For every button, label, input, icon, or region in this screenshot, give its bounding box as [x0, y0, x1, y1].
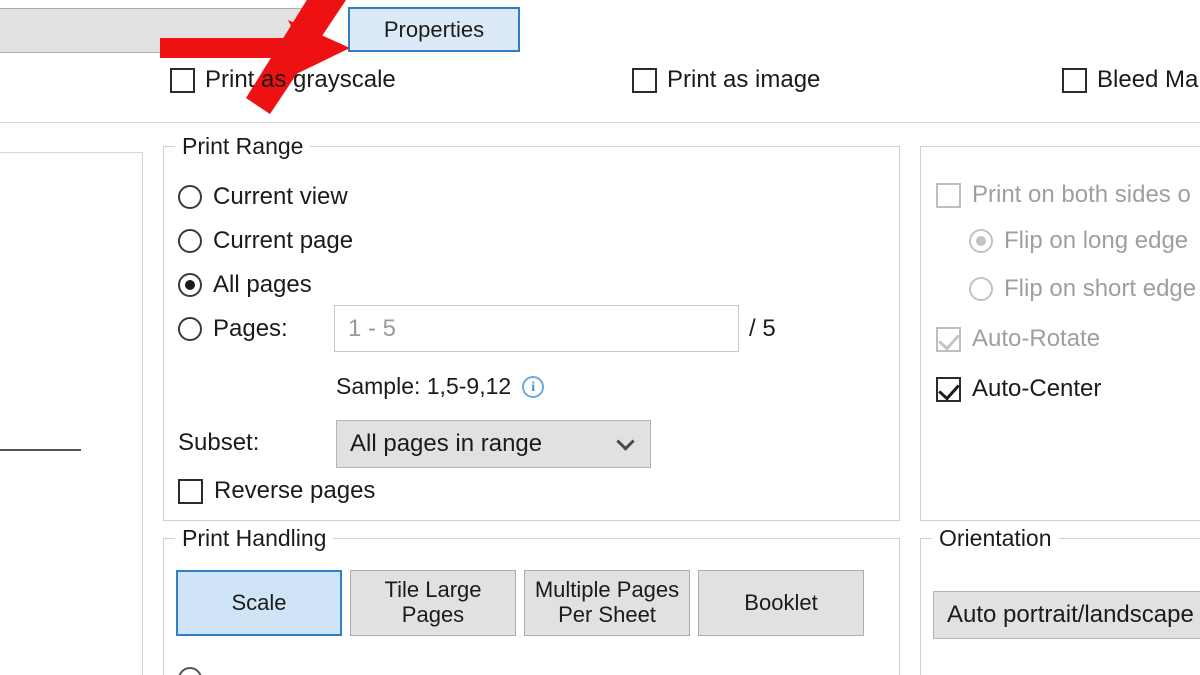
subset-select-value: All pages in range — [350, 430, 543, 457]
checkbox-bleed-marks[interactable]: Bleed Ma — [1062, 66, 1198, 94]
button-scale[interactable]: Scale — [176, 570, 342, 636]
button-multiple-pages-per-sheet-label: Multiple Pages Per Sheet — [534, 577, 680, 627]
radio-flip-long-edge[interactable]: Flip on long edge — [969, 227, 1188, 255]
checkbox-print-as-image[interactable]: Print as image — [632, 66, 820, 94]
checkbox-label: Print as image — [667, 66, 821, 93]
sample-hint-text: Sample: 1,5-9,12 — [336, 373, 512, 399]
checkbox-box — [936, 376, 961, 402]
checkbox-label: Reverse pages — [214, 477, 376, 504]
radio-circle — [178, 317, 202, 341]
radio-all-pages[interactable]: All pages — [178, 271, 312, 299]
preview-page-thumbnail — [0, 449, 81, 675]
checkbox-box — [632, 67, 657, 93]
properties-button-label: Properties — [383, 16, 485, 42]
radio-label: All pages — [213, 271, 312, 298]
checkbox-reverse-pages[interactable]: Reverse pages — [178, 477, 375, 505]
checkbox-box — [936, 182, 961, 208]
pages-range-placeholder: 1 - 5 — [348, 314, 397, 342]
radio-label: Current view — [213, 183, 348, 210]
button-booklet-label: Booklet — [744, 589, 818, 615]
orientation-select[interactable]: Auto portrait/landscape — [933, 591, 1200, 639]
properties-button[interactable]: Properties — [348, 7, 520, 52]
checkbox-box — [178, 478, 203, 504]
top-options-row: Print as grayscale Print as image Bleed … — [0, 66, 1200, 112]
print-preview-panel — [0, 152, 143, 675]
orientation-legend: Orientation — [932, 525, 1059, 552]
info-icon[interactable]: i — [522, 375, 545, 398]
pages-range-input[interactable]: 1 - 5 — [334, 305, 739, 352]
radio-label: Current page — [213, 227, 354, 254]
duplex-options-group: Print on both sides o Flip on long edge … — [920, 146, 1200, 521]
button-tile-large-pages-label: Tile Large Pages — [384, 577, 482, 627]
print-handling-legend: Print Handling — [175, 525, 334, 552]
print-handling-group: Print Handling Scale Tile Large Pages Mu… — [163, 525, 900, 675]
checkbox-print-both-sides[interactable]: Print on both sides o — [936, 181, 1191, 209]
checkbox-auto-rotate[interactable]: Auto-Rotate — [936, 325, 1100, 353]
button-tile-large-pages[interactable]: Tile Large Pages — [350, 570, 516, 636]
radio-circle — [178, 273, 202, 297]
chevron-down-icon — [616, 432, 635, 451]
total-pages-label: / 5 — [749, 315, 776, 342]
radio-current-view[interactable]: Current view — [178, 183, 348, 211]
checkbox-label: Print as grayscale — [205, 66, 396, 93]
checkbox-print-as-grayscale[interactable]: Print as grayscale — [170, 66, 396, 94]
checkbox-label: Auto-Rotate — [972, 325, 1101, 352]
button-scale-label: Scale — [231, 589, 287, 615]
radio-pages[interactable]: Pages: — [178, 315, 288, 343]
print-range-group: Print Range Current view Current page Al… — [163, 133, 900, 521]
radio-flip-short-edge[interactable]: Flip on short edge — [969, 275, 1196, 303]
radio-label: Flip on long edge — [1004, 227, 1189, 254]
orientation-group: Orientation Auto portrait/landscape — [920, 525, 1200, 675]
printer-select[interactable] — [0, 8, 303, 53]
radio-circle — [178, 185, 202, 209]
checkbox-label: Auto-Center — [972, 375, 1102, 402]
print-handling-button-row: Scale Tile Large Pages Multiple Pages Pe… — [176, 570, 864, 636]
section-divider — [0, 122, 1200, 123]
checkbox-box — [1062, 67, 1087, 93]
checkbox-auto-center[interactable]: Auto-Center — [936, 375, 1101, 403]
radio-scale-option[interactable] — [178, 667, 202, 675]
radio-circle — [969, 277, 993, 301]
checkbox-box — [170, 67, 195, 93]
orientation-select-value: Auto portrait/landscape — [947, 601, 1194, 628]
checkbox-label: Print on both sides o — [972, 181, 1191, 208]
sample-hint: Sample: 1,5-9,12 i — [336, 373, 545, 400]
radio-label: Flip on short edge — [1004, 275, 1197, 302]
checkbox-box — [936, 326, 961, 352]
print-dialog-screenshot: Properties Print as grayscale Print as i… — [0, 0, 1200, 675]
subset-label: Subset: — [178, 429, 260, 456]
radio-label: Pages: — [213, 315, 288, 342]
radio-current-page[interactable]: Current page — [178, 227, 353, 255]
radio-circle — [969, 229, 993, 253]
print-range-legend: Print Range — [175, 133, 311, 160]
subset-select[interactable]: All pages in range — [336, 420, 651, 468]
button-booklet[interactable]: Booklet — [698, 570, 864, 636]
button-multiple-pages-per-sheet[interactable]: Multiple Pages Per Sheet — [524, 570, 690, 636]
checkbox-label: Bleed Ma — [1097, 66, 1199, 93]
radio-circle — [178, 229, 202, 253]
